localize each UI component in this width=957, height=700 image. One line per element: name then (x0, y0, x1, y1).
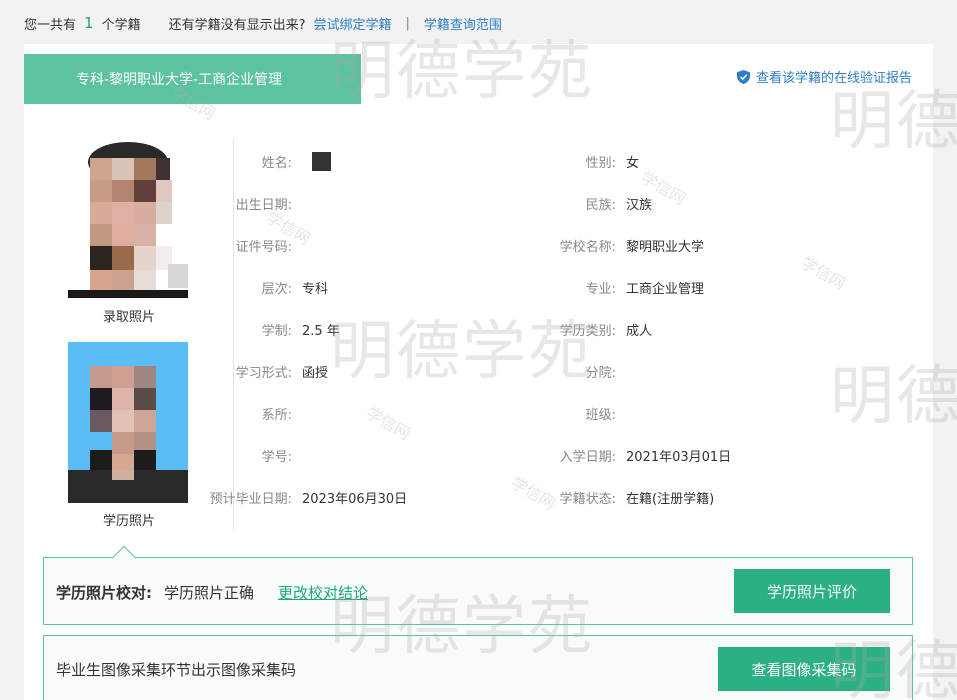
field-row-right: 专业: 工商企业管理 (510, 277, 704, 297)
record-count: 1 (84, 14, 94, 32)
field-value: 黎明职业大学 (626, 239, 705, 255)
field-label: 层次: (261, 281, 292, 297)
field-label: 学籍状态: (559, 491, 616, 507)
field-value: 2.5 年 (302, 323, 340, 339)
verify-report-link[interactable]: 查看该学籍的在线验证报告 (736, 67, 912, 86)
field-row-left: 层次: 专科 (186, 277, 328, 297)
field-row-left: 系所: (186, 403, 302, 423)
field-value: 汉族 (626, 197, 653, 213)
field-row-left: 学号: (186, 445, 302, 465)
field-value: 2021年03月01日 (626, 449, 732, 465)
field-label: 出生日期: (235, 197, 292, 213)
field-row-left: 证件号码: (186, 235, 302, 255)
field-label: 学习形式: (235, 365, 292, 381)
field-row-right: 分院: (510, 361, 626, 381)
field-label: 入学日期: (559, 449, 616, 465)
shield-icon (736, 69, 750, 84)
field-value: 成人 (626, 323, 653, 339)
field-value: 在籍(注册学籍) (626, 491, 715, 507)
field-label: 系所: (261, 407, 292, 423)
photo-review-button[interactable]: 学历照片评价 (734, 569, 890, 613)
record-count-bar: 您一共有 1 个学籍 还有学籍没有显示出来? 尝试绑定学籍 | 学籍查询范围 (24, 13, 502, 33)
field-label: 学号: (261, 449, 292, 465)
field-label: 民族: (585, 197, 616, 213)
field-row-right: 班级: (510, 403, 626, 423)
field-row-right: 入学日期: 2021年03月01日 (510, 445, 732, 465)
admission-photo (68, 138, 188, 298)
field-label: 证件号码: (235, 239, 292, 255)
field-label: 分院: (585, 365, 616, 381)
photo-check-result: 学历照片正确 (164, 583, 255, 602)
field-label: 姓名: (261, 155, 292, 171)
count-suffix: 个学籍 (101, 17, 141, 33)
field-row-right: 性别: 女 (510, 151, 639, 171)
field-value: 女 (626, 155, 640, 171)
field-label: 性别: (585, 155, 616, 171)
image-code-text: 毕业生图像采集环节出示图像采集码 (56, 660, 297, 679)
field-label: 专业: (585, 281, 616, 297)
change-conclusion-link[interactable]: 更改校对结论 (278, 582, 368, 603)
count-prefix: 您一共有 (24, 17, 77, 33)
photo-check-heading: 学历照片校对: (56, 583, 152, 602)
view-image-code-button[interactable]: 查看图像采集码 (718, 647, 890, 691)
field-value: 2023年06月30日 (302, 491, 408, 507)
field-row-left: 学制: 2.5 年 (186, 319, 340, 339)
field-value: 专科 (302, 281, 329, 297)
record-card: 专科-黎明职业大学-工商企业管理 查看该学籍的在线验证报告 录取照片 学历照片 … (24, 44, 933, 700)
field-row-right: 学历类别: 成人 (510, 319, 652, 339)
degree-photo-label: 学历照片 (102, 514, 155, 529)
missing-records-text: 还有学籍没有显示出来? (168, 17, 306, 33)
field-row-left: 姓名: (186, 151, 331, 171)
separator: | (405, 15, 410, 31)
field-value: 函授 (302, 365, 329, 381)
field-value: 工商企业管理 (626, 281, 705, 297)
record-scope-link[interactable]: 学籍查询范围 (424, 14, 502, 33)
field-row-left: 出生日期: (186, 193, 302, 213)
field-row-right: 学校名称: 黎明职业大学 (510, 235, 704, 255)
field-label: 学校名称: (559, 239, 616, 255)
verify-report-label: 查看该学籍的在线验证报告 (755, 71, 912, 86)
field-row-right: 学籍状态: 在籍(注册学籍) (510, 487, 715, 507)
bind-record-link[interactable]: 尝试绑定学籍 (313, 14, 391, 33)
photo-check-panel: 学历照片校对: 学历照片正确 更改校对结论 学历照片评价 (43, 545, 913, 625)
field-row-left: 预计毕业日期: 2023年06月30日 (186, 487, 408, 507)
field-label: 预计毕业日期: (209, 491, 292, 507)
field-label: 班级: (585, 407, 616, 423)
record-title: 专科-黎明职业大学-工商企业管理 (24, 54, 361, 104)
field-label: 学历类别: (559, 323, 616, 339)
field-label: 学制: (261, 323, 292, 339)
image-code-panel: 毕业生图像采集环节出示图像采集码 查看图像采集码 (43, 635, 913, 700)
redacted-name-block (312, 151, 331, 171)
degree-photo (68, 342, 188, 503)
field-row-left: 学习形式: 函授 (186, 361, 328, 381)
field-row-right: 民族: 汉族 (510, 193, 652, 213)
